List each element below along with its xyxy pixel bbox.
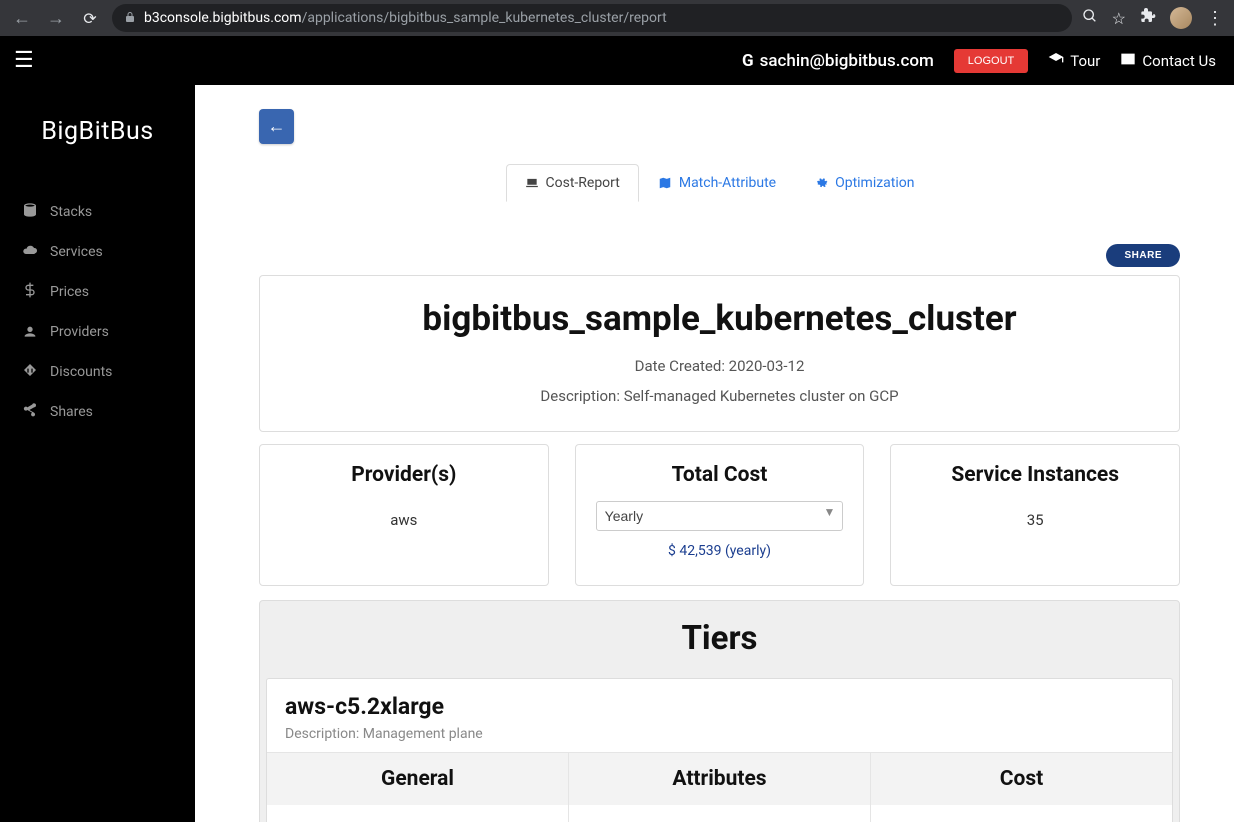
sidebar-item-label: Prices xyxy=(50,284,89,300)
page-title: bigbitbus_sample_kubernetes_cluster xyxy=(284,298,1155,339)
sidebar-topbar: ☰ xyxy=(0,36,195,85)
sidebar-item-providers[interactable]: Providers xyxy=(8,312,187,352)
report-description: Description: Self-managed Kubernetes clu… xyxy=(284,387,1155,405)
users-icon xyxy=(22,322,38,342)
hamburger-icon[interactable]: ☰ xyxy=(14,48,54,73)
tour-link[interactable]: Tour xyxy=(1048,51,1100,71)
laptop-icon xyxy=(525,176,539,190)
contact-link[interactable]: Contact Us xyxy=(1120,51,1216,71)
tab-label: Optimization xyxy=(835,175,914,191)
share-icon xyxy=(22,402,38,422)
sidebar-item-prices[interactable]: Prices xyxy=(8,272,187,312)
instances-title: Service Instances xyxy=(911,463,1159,487)
gears-icon xyxy=(814,176,828,190)
contact-label: Contact Us xyxy=(1142,52,1216,70)
database-icon xyxy=(22,202,38,222)
profile-avatar[interactable] xyxy=(1170,7,1192,29)
menu-icon[interactable]: ⋮ xyxy=(1206,8,1224,29)
tab-optimization[interactable]: Optimization xyxy=(795,164,933,202)
user-email: sachin@bigbitbus.com xyxy=(760,51,934,71)
col-header-general: General xyxy=(267,753,569,805)
total-cost-card: Total Cost Yearly ▼ $ 42,539 (yearly) xyxy=(575,444,865,586)
tiers-section: Tiers aws-c5.2xlarge Description: Manage… xyxy=(259,600,1180,822)
tier-col-attributes: CPU Core Count: 8 Memory: 16 xyxy=(569,805,871,822)
lock-icon xyxy=(124,11,136,26)
col-header-cost: Cost xyxy=(871,753,1172,805)
total-cost-value: $ 42,539 (yearly) xyxy=(596,543,844,559)
forward-arrow-icon[interactable]: → xyxy=(44,8,68,29)
sidebar-item-label: Services xyxy=(50,244,103,260)
providers-value: aws xyxy=(280,511,528,529)
providers-title: Provider(s) xyxy=(280,463,528,487)
url-path: /applications/bigbitbus_sample_kubernete… xyxy=(302,10,667,26)
tier-column-headers: General Attributes Cost xyxy=(267,752,1172,805)
envelope-icon xyxy=(1120,51,1136,71)
col-header-attributes: Attributes xyxy=(569,753,871,805)
google-icon: G xyxy=(742,51,754,71)
sidebar: ☰ BigBitBus Stacks Services Prices Provi… xyxy=(0,36,195,822)
back-button[interactable]: ← xyxy=(259,109,294,144)
url-domain: b3console.bigbitbus.com xyxy=(144,10,302,26)
sidebar-item-label: Stacks xyxy=(50,204,92,220)
tier-col-general: Location: us-west-1 Provider: aws xyxy=(267,805,569,822)
reload-icon[interactable]: ⟳ xyxy=(78,9,102,28)
date-created: Date Created: 2020-03-12 xyxy=(284,357,1155,375)
tab-label: Cost-Report xyxy=(546,175,620,191)
topbar: G sachin@bigbitbus.com LOGOUT Tour Conta… xyxy=(195,36,1234,85)
providers-card: Provider(s) aws xyxy=(259,444,549,586)
sidebar-item-label: Providers xyxy=(50,324,109,340)
tab-cost-report[interactable]: Cost-Report xyxy=(506,164,639,202)
arrow-left-icon: ← xyxy=(268,116,286,137)
user-email-block: G sachin@bigbitbus.com xyxy=(742,51,934,71)
tour-label: Tour xyxy=(1070,52,1100,70)
instances-card: Service Instances 35 xyxy=(890,444,1180,586)
discount-icon xyxy=(22,362,38,382)
instances-value: 35 xyxy=(911,511,1159,529)
sidebar-item-services[interactable]: Services xyxy=(8,232,187,272)
period-select[interactable]: Yearly xyxy=(596,501,844,531)
browser-toolbar: ← → ⟳ b3console.bigbitbus.com/applicatio… xyxy=(0,0,1234,36)
sidebar-item-shares[interactable]: Shares xyxy=(8,392,187,432)
extensions-icon[interactable] xyxy=(1140,8,1156,28)
sidebar-item-stacks[interactable]: Stacks xyxy=(8,192,187,232)
main-content: ← Cost-Report Match-Attribute Optimizati… xyxy=(195,85,1234,822)
tier-name: aws-c5.2xlarge xyxy=(285,693,1154,720)
report-tabs: Cost-Report Match-Attribute Optimization xyxy=(506,164,934,202)
map-icon xyxy=(658,176,672,190)
sidebar-item-label: Discounts xyxy=(50,364,112,380)
tiers-heading: Tiers xyxy=(264,603,1175,676)
tab-match-attribute[interactable]: Match-Attribute xyxy=(639,164,795,202)
dollar-icon xyxy=(22,282,38,302)
tier-description: Description: Management plane xyxy=(285,726,1154,742)
report-header-card: bigbitbus_sample_kubernetes_cluster Date… xyxy=(259,275,1180,432)
zoom-icon[interactable] xyxy=(1082,8,1098,28)
cloud-icon xyxy=(22,242,38,262)
sidebar-item-discounts[interactable]: Discounts xyxy=(8,352,187,392)
back-arrow-icon[interactable]: ← xyxy=(10,8,34,29)
tier-card: aws-c5.2xlarge Description: Management p… xyxy=(266,678,1173,822)
total-cost-title: Total Cost xyxy=(596,463,844,487)
tab-label: Match-Attribute xyxy=(679,175,776,191)
tier-col-cost: Service Cost: $ 11,143 Unit Cost: $ 3,71… xyxy=(871,805,1172,822)
logout-button[interactable]: LOGOUT xyxy=(954,49,1028,73)
star-icon[interactable]: ☆ xyxy=(1112,9,1126,28)
app-logo: BigBitBus xyxy=(0,85,195,192)
graduation-cap-icon xyxy=(1048,51,1064,71)
address-bar[interactable]: b3console.bigbitbus.com/applications/big… xyxy=(112,4,1072,32)
share-button[interactable]: SHARE xyxy=(1106,244,1180,267)
sidebar-item-label: Shares xyxy=(50,404,93,420)
